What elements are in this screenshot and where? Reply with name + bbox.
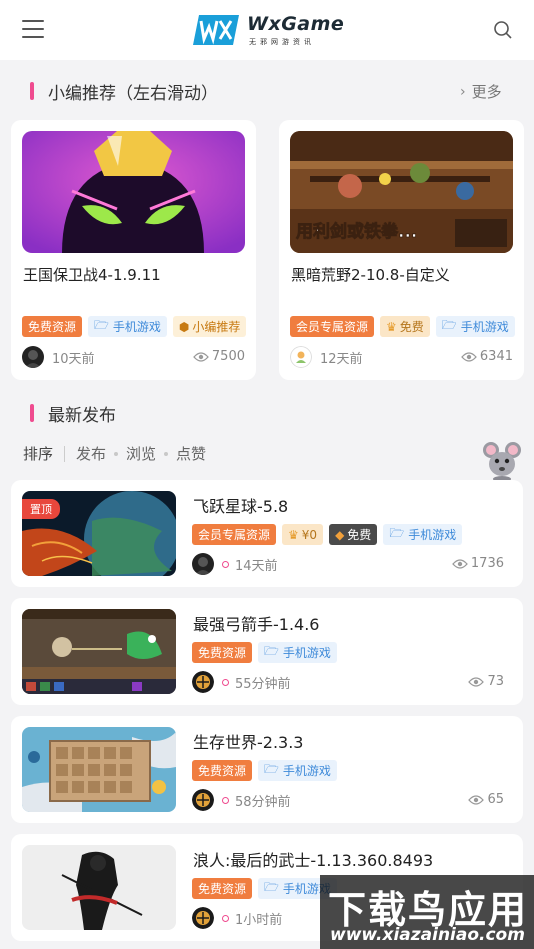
game-thumbnail[interactable] <box>22 609 176 694</box>
tag-free[interactable]: ♛ 免费 <box>380 316 430 337</box>
crown-icon: ♛ <box>386 319 397 334</box>
section-accent-bar <box>30 404 34 422</box>
view-count: 6341 <box>461 349 513 364</box>
divider <box>64 445 66 462</box>
hamburger-menu-icon[interactable] <box>22 20 44 40</box>
avatar[interactable] <box>290 346 312 368</box>
tag-free-resource[interactable]: 免费资源 <box>192 642 253 663</box>
featured-section-title: 小编推荐（左右滑动） <box>30 80 218 104</box>
logo-name: WxGame <box>247 13 345 35</box>
avatar[interactable] <box>192 789 214 811</box>
eye-icon <box>461 351 477 362</box>
game-title[interactable]: 黑暗荒野2-10.8-自定义 <box>291 264 450 285</box>
tag-mobile-game[interactable]: 🗁 手机游戏 <box>88 316 167 337</box>
post-time: 58分钟前 <box>235 794 291 810</box>
featured-card[interactable]: 王国保卫战4-1.9.11 免费资源 🗁 手机游戏 ⬢ 小编推荐 10天前 7500 <box>11 120 256 380</box>
game-thumbnail[interactable] <box>22 131 245 253</box>
box-icon: ⬢ <box>178 319 190 334</box>
game-title[interactable]: 生存世界-2.3.3 <box>193 729 304 753</box>
post-time: 1小时前 <box>235 912 283 928</box>
list-item[interactable]: 置顶 飞跃星球-5.8 会员专属资源 ♛ ¥0 ◆ 免费 🗁 手机游戏 14天前 17… <box>11 480 523 587</box>
site-logo[interactable]: WxGame 无邪网游资讯 <box>193 12 344 48</box>
game-thumbnail[interactable] <box>22 845 176 930</box>
eye-icon <box>468 794 485 805</box>
game-title[interactable]: 王国保卫战4-1.9.11 <box>23 264 161 285</box>
game-title[interactable]: 最强弓箭手-1.4.6 <box>193 611 320 635</box>
game-title[interactable]: 浪人:最后的武士-1.13.360.8493 <box>193 847 433 871</box>
time-dot-icon <box>222 678 229 686</box>
sort-option-publish[interactable]: 发布 <box>76 443 106 464</box>
folder-icon: 🗁 <box>94 318 109 332</box>
diamond-icon: ◆ <box>335 527 345 542</box>
time-dot-icon <box>222 796 229 804</box>
avatar[interactable] <box>192 553 214 575</box>
list-item[interactable]: 最强弓箭手-1.4.6 免费资源 🗁 手机游戏 55分钟前 73 <box>11 598 523 705</box>
post-time: 14天前 <box>235 558 278 574</box>
search-icon[interactable] <box>493 20 513 40</box>
tag-mobile-game[interactable]: 🗁 手机游戏 <box>258 642 337 663</box>
avatar[interactable] <box>192 671 214 693</box>
featured-card[interactable]: 用利剑或铁拳... 黑暗荒野2-10.8-自定义 会员专属资源 ♛ 免费 🗁 手机游… <box>279 120 524 380</box>
game-thumbnail[interactable]: 用利剑或铁拳... <box>290 131 513 253</box>
avatar[interactable] <box>192 907 214 929</box>
banner-text: 用利剑或铁拳... <box>296 221 417 242</box>
view-count: 7500 <box>193 349 245 364</box>
post-time: 12天前 <box>320 351 363 367</box>
game-title[interactable]: 飞跃星球-5.8 <box>193 493 288 517</box>
crown-icon: ♛ <box>288 527 299 542</box>
folder-icon: 🗁 <box>264 644 279 658</box>
game-thumbnail[interactable]: 置顶 <box>22 491 176 576</box>
top-header: WxGame 无邪网游资讯 <box>0 0 534 60</box>
latest-section-title: 最新发布 <box>30 402 116 426</box>
tag-editor-pick[interactable]: ⬢ 小编推荐 <box>172 316 247 337</box>
tag-member-resource[interactable]: 会员专属资源 <box>290 316 375 337</box>
wx-logo-mark-icon <box>193 15 239 45</box>
tag-member-resource[interactable]: 会员专属资源 <box>192 524 277 545</box>
folder-icon: 🗁 <box>264 762 279 776</box>
post-time: 10天前 <box>52 351 95 367</box>
sort-label: 排序 <box>23 445 54 463</box>
watermark: 下载鸟应用 www.xiazainiao.com <box>320 875 534 949</box>
folder-icon: 🗁 <box>264 880 279 894</box>
more-link[interactable]: › 更多 <box>460 81 502 102</box>
chevron-right-icon: › <box>460 83 466 100</box>
tag-free-resource[interactable]: 免费资源 <box>192 760 253 781</box>
avatar[interactable] <box>22 346 44 368</box>
post-time: 55分钟前 <box>235 676 291 692</box>
section-accent-bar <box>30 82 34 100</box>
game-thumbnail[interactable] <box>22 727 176 812</box>
tag-free-resource[interactable]: 免费资源 <box>192 878 253 899</box>
tag-free[interactable]: ◆ 免费 <box>329 524 378 545</box>
tag-mobile-game[interactable]: 🗁 手机游戏 <box>383 524 463 545</box>
time-dot-icon <box>222 914 229 922</box>
view-count: 65 <box>468 792 504 807</box>
mouse-mascot-icon[interactable] <box>482 440 522 482</box>
logo-subtitle: 无邪网游资讯 <box>249 38 315 46</box>
sort-bar: 排序 发布 浏览 点赞 <box>23 443 206 464</box>
sort-option-views[interactable]: 浏览 <box>126 443 156 464</box>
list-item[interactable]: 生存世界-2.3.3 免费资源 🗁 手机游戏 58分钟前 65 <box>11 716 523 823</box>
view-count: 1736 <box>452 556 504 571</box>
time-dot-icon <box>222 560 229 568</box>
tag-price[interactable]: ♛ ¥0 <box>282 524 324 545</box>
tag-mobile-game[interactable]: 🗁 手机游戏 <box>435 316 515 337</box>
pinned-badge: 置顶 <box>22 499 60 519</box>
sort-option-likes[interactable]: 点赞 <box>176 443 206 464</box>
eye-icon <box>452 558 468 569</box>
watermark-url: www.xiazainiao.com <box>330 925 525 945</box>
folder-icon: 🗁 <box>441 318 457 332</box>
tag-free-resource[interactable]: 免费资源 <box>22 316 83 337</box>
folder-icon: 🗁 <box>389 526 405 540</box>
eye-icon <box>468 676 485 687</box>
tag-mobile-game[interactable]: 🗁 手机游戏 <box>258 760 337 781</box>
view-count: 73 <box>468 674 504 689</box>
eye-icon <box>193 351 209 362</box>
